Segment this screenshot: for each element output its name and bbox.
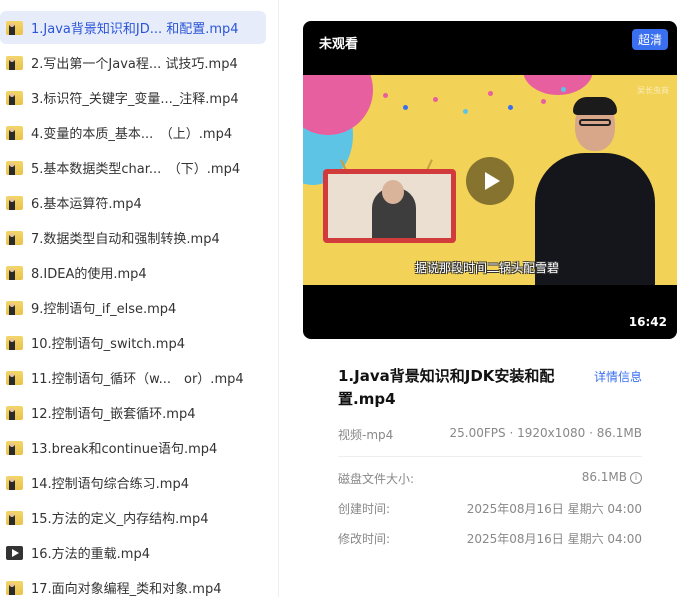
details-link[interactable]: 详情信息 — [594, 368, 642, 385]
file-list-item[interactable]: 6.基本运算符.mp4 — [0, 186, 266, 219]
details-divider — [338, 456, 642, 457]
file-list-item[interactable]: 17.面向对象编程_类和对象.mp4 — [0, 571, 266, 597]
file-list-item[interactable]: 4.变量的本质_基本... （上）.mp4 — [0, 116, 266, 149]
file-list-item[interactable]: 7.数据类型自动和强制转换.mp4 — [0, 221, 266, 254]
modified-label: 修改时间: — [338, 532, 391, 546]
video-thumbnail-icon — [6, 370, 23, 385]
file-list: 1.Java背景知识和JD... 和配置.mp4 2.写出第一个Java程... … — [0, 0, 276, 597]
video-play-thumbnail-icon — [6, 545, 23, 560]
video-thumbnail-icon — [6, 125, 23, 140]
file-list-item[interactable]: 9.控制语句_if_else.mp4 — [0, 291, 266, 324]
video-frame: 吴长虫商 据说那段时间二锅头配雪碧 — [303, 75, 677, 285]
play-icon — [485, 172, 500, 190]
file-list-item[interactable]: 14.控制语句综合练习.mp4 — [0, 466, 266, 499]
duration-label: 16:42 — [628, 315, 667, 329]
file-list-item[interactable]: 15.方法的定义_内存结构.mp4 — [0, 501, 266, 534]
video-thumbnail-icon — [6, 405, 23, 420]
video-thumbnail-icon — [6, 195, 23, 210]
tv-graphic — [323, 169, 456, 243]
watermark: 吴长虫商 — [637, 86, 669, 95]
file-name: 1.Java背景知识和JD... 和配置.mp4 — [31, 22, 239, 37]
video-thumbnail-icon — [6, 510, 23, 525]
video-thumbnail-icon — [6, 265, 23, 280]
watch-state-label: 未观看 — [319, 37, 359, 52]
file-list-item[interactable]: 13.break和continue语句.mp4 — [0, 431, 266, 464]
file-name: 4.变量的本质_基本... （上）.mp4 — [31, 127, 233, 142]
file-name: 11.控制语句_循环（w... or）.mp4 — [31, 372, 244, 387]
file-list-item[interactable]: 10.控制语句_switch.mp4 — [0, 326, 266, 359]
video-thumbnail-icon — [6, 160, 23, 175]
disk-size-value: 86.1MB i — [582, 470, 642, 484]
file-name: 15.方法的定义_内存结构.mp4 — [31, 512, 209, 527]
video-thumbnail-icon — [6, 20, 23, 35]
file-list-item[interactable]: 11.控制语句_循环（w... or）.mp4 — [0, 361, 266, 394]
modified-value: 2025年08月16日 星期六 04:00 — [466, 532, 642, 546]
file-type: 视频-mp4 — [338, 428, 394, 442]
video-thumbnail-icon — [6, 335, 23, 350]
disk-size-label: 磁盘文件大小: — [338, 472, 415, 486]
video-thumbnail-icon — [6, 580, 23, 595]
file-name: 9.控制语句_if_else.mp4 — [31, 302, 177, 317]
file-name: 14.控制语句综合练习.mp4 — [31, 477, 189, 492]
file-list-item[interactable]: 8.IDEA的使用.mp4 — [0, 256, 266, 289]
file-name: 10.控制语句_switch.mp4 — [31, 337, 185, 352]
file-name: 13.break和continue语句.mp4 — [31, 442, 218, 457]
video-thumbnail-icon — [6, 300, 23, 315]
play-button[interactable] — [466, 157, 514, 205]
file-name: 5.基本数据类型char... （下）.mp4 — [31, 162, 241, 177]
file-name: 2.写出第一个Java程... 试技巧.mp4 — [31, 57, 238, 72]
created-value: 2025年08月16日 星期六 04:00 — [466, 502, 642, 516]
file-list-item[interactable]: 3.标识符_关键字_变量..._注释.mp4 — [0, 81, 266, 114]
disk-size-text: 86.1MB — [581, 470, 627, 484]
video-thumbnail-icon — [6, 90, 23, 105]
video-player[interactable]: 吴长虫商 据说那段时间二锅头配雪碧 未观看 超清 16:42 — [303, 21, 677, 339]
file-list-item[interactable]: 5.基本数据类型char... （下）.mp4 — [0, 151, 266, 184]
file-name: 7.数据类型自动和强制转换.mp4 — [31, 232, 220, 247]
file-name: 17.面向对象编程_类和对象.mp4 — [31, 582, 222, 597]
info-icon[interactable]: i — [630, 471, 642, 484]
video-thumbnail-icon — [6, 475, 23, 490]
video-thumbnail-icon — [6, 230, 23, 245]
video-subtitle: 据说那段时间二锅头配雪碧 — [415, 261, 560, 275]
file-list-item[interactable]: 1.Java背景知识和JD... 和配置.mp4 — [0, 11, 266, 44]
file-list-item[interactable]: 12.控制语句_嵌套循环.mp4 — [0, 396, 266, 429]
file-list-item[interactable]: 16.方法的重载.mp4 — [0, 536, 266, 569]
quality-badge[interactable]: 超清 — [631, 29, 668, 50]
file-title: 1.Java背景知识和JDK安装和配置.mp4 — [338, 367, 555, 408]
created-label: 创建时间: — [338, 502, 391, 516]
file-name: 8.IDEA的使用.mp4 — [31, 267, 147, 282]
video-thumbnail-icon — [6, 55, 23, 70]
file-name: 12.控制语句_嵌套循环.mp4 — [31, 407, 196, 422]
video-thumbnail-icon — [6, 440, 23, 455]
file-name: 16.方法的重载.mp4 — [31, 547, 150, 562]
file-name: 6.基本运算符.mp4 — [31, 197, 142, 212]
file-spec: 25.00FPS · 1920x1080 · 86.1MB — [449, 426, 642, 440]
divider — [278, 0, 279, 597]
file-list-item[interactable]: 2.写出第一个Java程... 试技巧.mp4 — [0, 46, 266, 79]
file-name: 3.标识符_关键字_变量..._注释.mp4 — [31, 92, 239, 107]
